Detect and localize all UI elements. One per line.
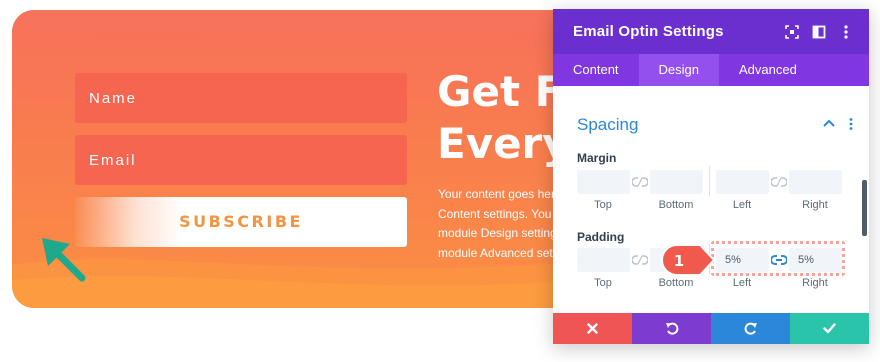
tab-content[interactable]: Content: [553, 54, 639, 86]
panel-header: Email Optin Settings: [553, 9, 869, 54]
link-icon[interactable]: [632, 176, 648, 188]
link-icon[interactable]: [771, 176, 787, 188]
padding-right-label: Right: [802, 277, 828, 289]
margin-top-input[interactable]: [577, 170, 630, 194]
tab-advanced[interactable]: Advanced: [719, 54, 817, 86]
divider: [709, 166, 710, 196]
padding-left-label: Left: [732, 277, 752, 289]
section-options-icon[interactable]: [849, 118, 853, 130]
section-title: Spacing: [577, 115, 639, 134]
padding-top-input[interactable]: [577, 248, 630, 272]
redo-icon: [744, 322, 757, 335]
focus-icon[interactable]: [781, 21, 803, 43]
discard-button[interactable]: [553, 313, 632, 344]
more-options-icon[interactable]: [835, 21, 857, 43]
save-icon: [823, 323, 836, 334]
redo-button[interactable]: [711, 313, 790, 344]
panel-title: Email Optin Settings: [573, 23, 724, 40]
padding-top-label: Top: [594, 277, 612, 289]
save-button[interactable]: [790, 313, 869, 344]
margin-left-input[interactable]: [716, 170, 769, 194]
padding-bottom-label: Bottom: [658, 277, 694, 289]
margin-bottom-input[interactable]: [650, 170, 703, 194]
sidebar-toggle-icon[interactable]: [808, 21, 830, 43]
margin-left-label: Left: [732, 199, 752, 211]
margin-label: Margin: [577, 151, 617, 165]
email-input[interactable]: Email: [75, 135, 407, 185]
panel-footer: [553, 313, 869, 344]
undo-icon: [665, 322, 678, 335]
teal-arrow-icon: [42, 238, 86, 282]
spacing-section-header[interactable]: Spacing: [577, 115, 859, 137]
margin-top-label: Top: [594, 199, 612, 211]
step-badge: 1: [661, 244, 716, 276]
email-optin-module: Name Email SUBSCRIBE Get Fr Every Your c…: [12, 10, 602, 308]
link-icon[interactable]: [632, 254, 648, 266]
chevron-up-icon[interactable]: [823, 119, 835, 127]
close-icon: [587, 323, 598, 334]
tab-design[interactable]: Design: [638, 54, 720, 86]
settings-tabs: Content Design Advanced: [553, 54, 869, 86]
padding-label: Padding: [577, 230, 625, 244]
undo-button[interactable]: [632, 313, 711, 344]
margin-right-input[interactable]: [789, 170, 842, 194]
panel-scrollbar[interactable]: [862, 180, 867, 236]
name-input[interactable]: Name: [75, 73, 407, 123]
subscribe-button[interactable]: SUBSCRIBE: [75, 197, 407, 247]
step-badge-number: 1: [674, 252, 684, 270]
margin-right-label: Right: [802, 199, 828, 211]
highlight-box: [711, 241, 845, 276]
margin-bottom-label: Bottom: [658, 199, 694, 211]
